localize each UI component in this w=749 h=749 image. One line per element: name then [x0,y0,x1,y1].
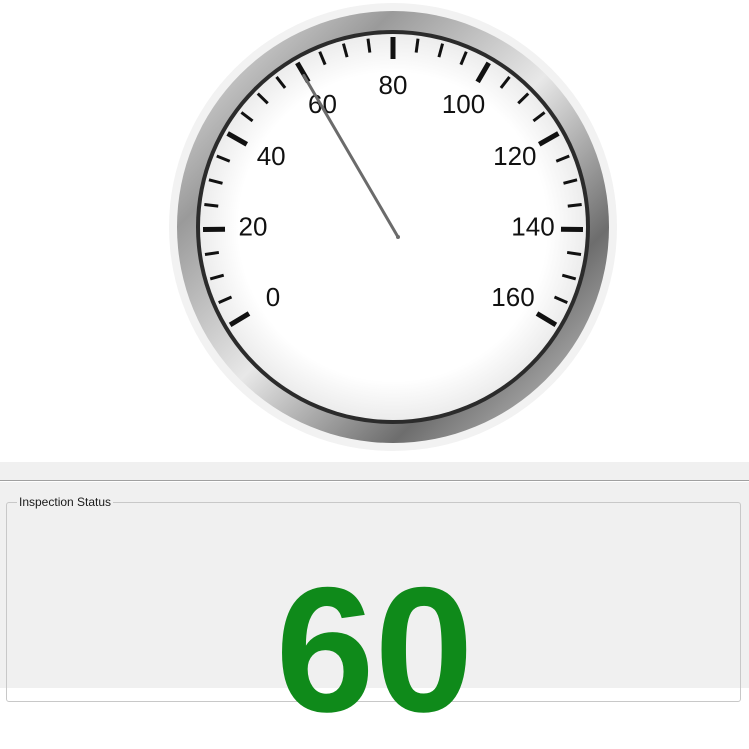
gauge-minor-tick [416,39,418,53]
gauge-tick-label: 20 [239,212,268,242]
speedometer-gauge: 0 20 40 60 80 100 120 140 160 [0,0,749,462]
gauge-tick-label: 80 [379,70,408,100]
gauge-tick-label: 60 [308,89,337,119]
gauge-tick-label: 100 [442,89,485,119]
gauge-needle-hub [396,235,400,239]
gauge-tick-label: 160 [491,282,534,312]
gauge-tick-label: 0 [266,282,280,312]
inspection-panel: Inspection Status 60 [0,462,749,688]
panel-divider [0,480,749,482]
gauge-minor-tick [368,39,370,53]
inspection-status-groupbox: Inspection Status 60 [6,502,741,702]
gauge-minor-tick [568,204,582,206]
gauge-tick-label: 120 [493,141,536,171]
inspection-status-value: 60 [7,561,742,739]
gauge-tick-label: 140 [511,212,554,242]
gauge-dial: 0 20 40 60 80 100 120 140 160 [0,0,749,462]
gauge-minor-tick [567,252,581,254]
groupbox-title: Inspection Status [17,495,113,509]
gauge-minor-tick [204,204,218,206]
gauge-tick-label: 40 [257,141,286,171]
gauge-minor-tick [205,252,219,254]
